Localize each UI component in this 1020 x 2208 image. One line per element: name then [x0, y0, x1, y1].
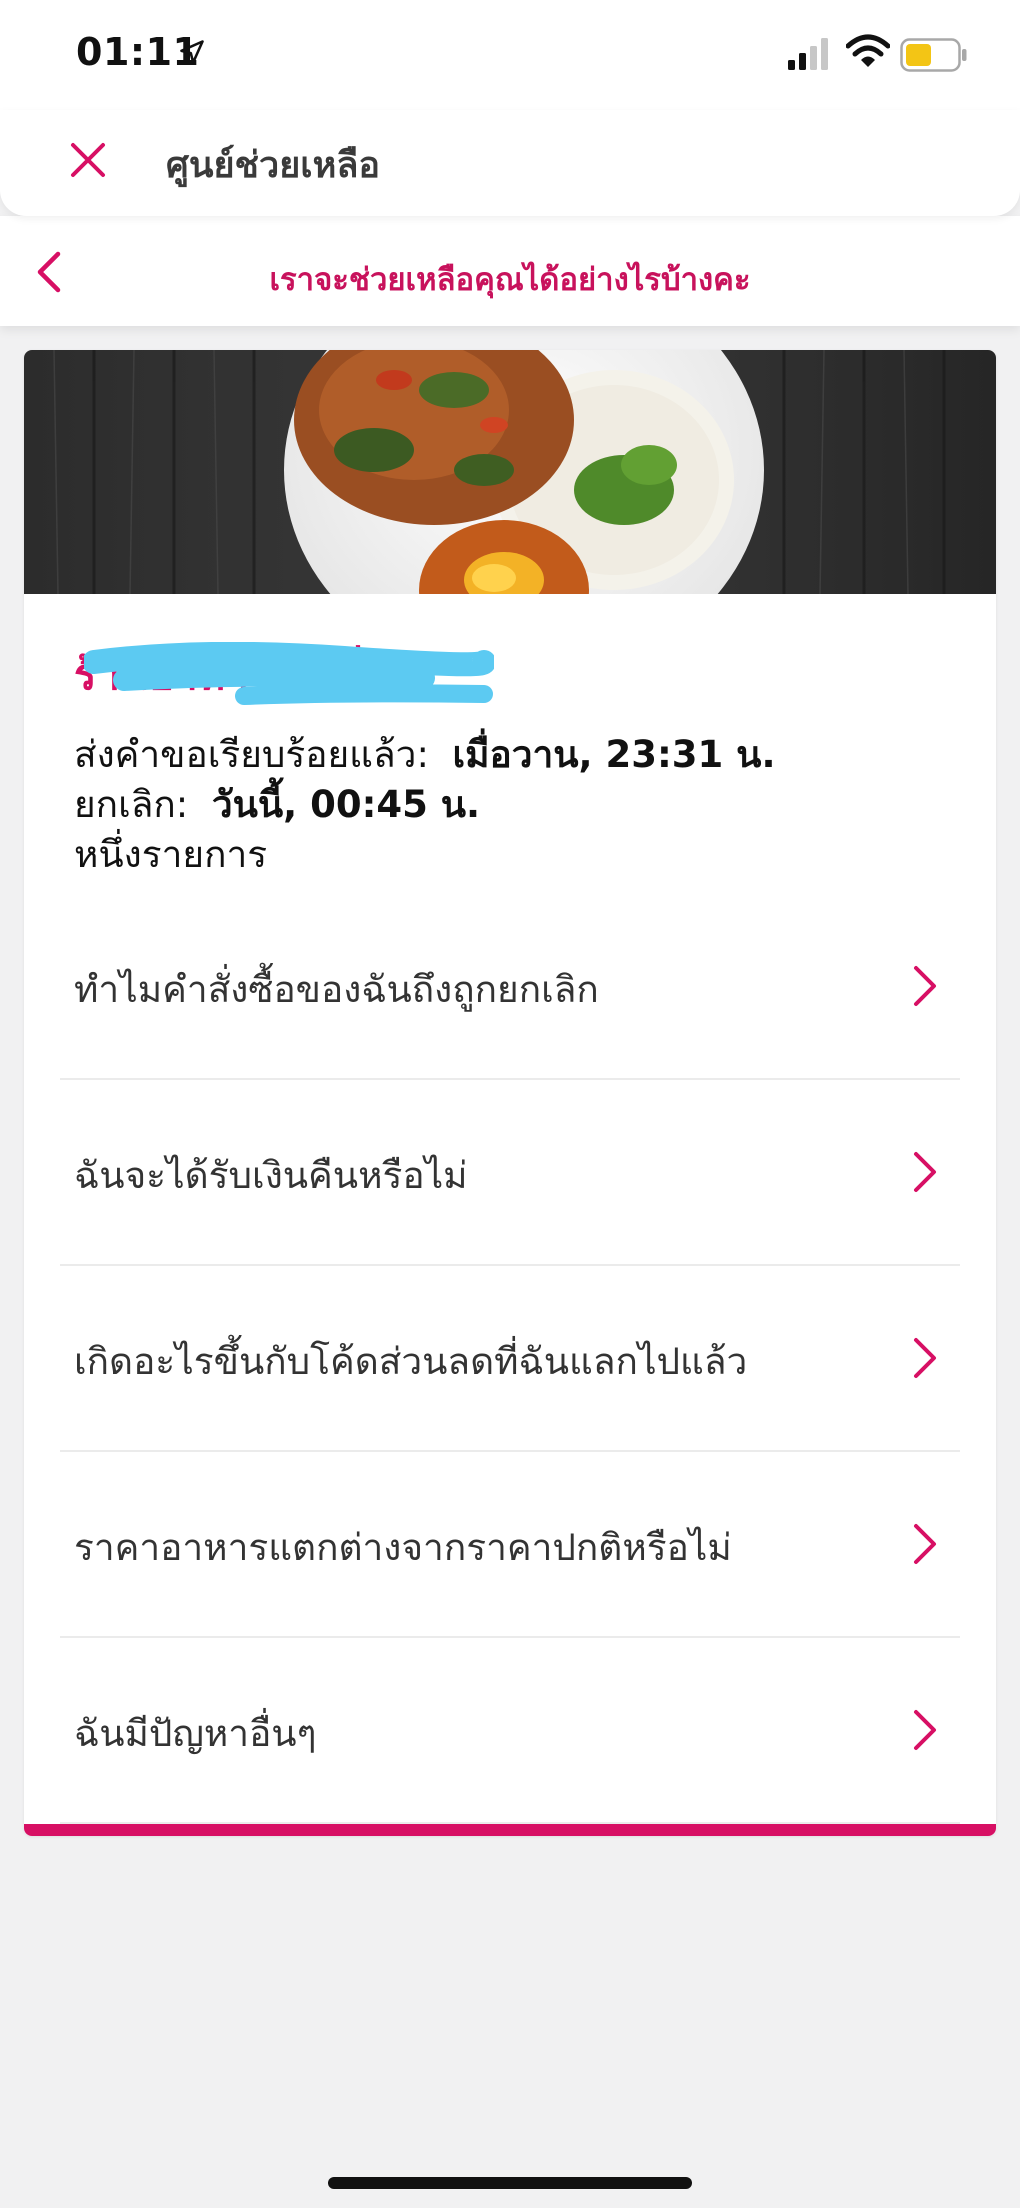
faq-item-label: ราคาอาหารแตกต่างจากราคาปกติหรือไม่ [74, 1526, 732, 1569]
food-banner-image [24, 350, 996, 594]
status-bar: 01:11 [0, 0, 1020, 110]
help-center-header: ศูนย์ช่วยเหลือ [0, 110, 1020, 216]
faq-item-label: เกิดอะไรขึ้นกับโค้ดส่วนลดที่ฉันแลกไปแล้ว [74, 1340, 748, 1383]
faq-list: ทำไมคำสั่งซื้อของฉันถึงถูกยกเลิก ฉันจะได… [60, 894, 960, 1824]
chevron-right-icon [914, 966, 936, 1006]
redaction-scribble [84, 642, 494, 705]
submitted-label: ส่งคำขอเรียบร้อยแล้ว: [74, 733, 429, 776]
chevron-right-icon [914, 1524, 936, 1564]
cancelled-value: วันนี้, 00:45 น. [211, 783, 481, 826]
submitted-value: เมื่อวาน, 23:31 น. [452, 733, 776, 776]
signal-icon [788, 38, 828, 70]
faq-item-label: ทำไมคำสั่งซื้อของฉันถึงถูกยกเลิก [74, 968, 599, 1011]
faq-item-label: ฉันมีปัญหาอื่นๆ [74, 1712, 317, 1755]
close-icon[interactable] [68, 140, 108, 180]
subheader-title: เราจะช่วยเหลือคุณได้อย่างไรบ้างคะ [269, 262, 751, 298]
battery-icon [900, 38, 967, 72]
faq-item-price-difference[interactable]: ราคาอาหารแตกต่างจากราคาปกติหรือไม่ [60, 1452, 960, 1638]
chevron-right-icon [914, 1710, 936, 1750]
chevron-right-icon [914, 1338, 936, 1378]
order-item-count: หนึ่งรายการ [74, 833, 268, 876]
cancelled-label: ยกเลิก: [74, 783, 189, 826]
order-card: ร้านอาหาร คำสั่ง ส่งคำขอเรียบร้อยแล้ว: เ… [24, 350, 996, 1836]
home-indicator[interactable] [328, 2177, 692, 2189]
faq-item-label: ฉันจะได้รับเงินคืนหรือไม่ [74, 1154, 468, 1197]
card-accent-bar [24, 1824, 996, 1836]
page-title: ศูนย์ช่วยเหลือ [166, 145, 381, 186]
subheader: เราจะช่วยเหลือคุณได้อย่างไรบ้างคะ [0, 216, 1020, 326]
location-arrow-icon [180, 40, 204, 64]
faq-item-voucher[interactable]: เกิดอะไรขึ้นกับโค้ดส่วนลดที่ฉันแลกไปแล้ว [60, 1266, 960, 1452]
faq-item-refund[interactable]: ฉันจะได้รับเงินคืนหรือไม่ [60, 1080, 960, 1266]
faq-item-other-problem[interactable]: ฉันมีปัญหาอื่นๆ [60, 1638, 960, 1824]
faq-item-why-cancelled[interactable]: ทำไมคำสั่งซื้อของฉันถึงถูกยกเลิก [60, 894, 960, 1080]
wifi-icon [846, 34, 890, 67]
chevron-right-icon [914, 1152, 936, 1192]
